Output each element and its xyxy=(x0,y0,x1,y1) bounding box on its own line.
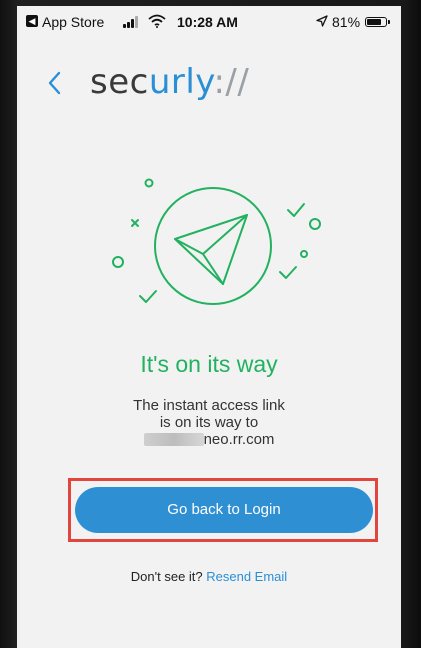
phone-frame: ◀ App Store 10:28 AM 81% securly:// It's… xyxy=(0,0,421,648)
instruction-text: The instant access link is on its way to… xyxy=(17,397,401,448)
logo-urly: urly xyxy=(148,62,214,102)
back-chevron-icon[interactable] xyxy=(45,70,65,96)
battery-tip xyxy=(388,20,390,24)
email-domain: neo.rr.com xyxy=(203,431,275,448)
battery-percentage: 81% xyxy=(332,14,361,30)
wifi-icon xyxy=(148,14,166,28)
logo-slash: :// xyxy=(213,62,250,102)
back-to-app-label[interactable]: App Store xyxy=(42,14,104,30)
headline: It's on its way xyxy=(140,351,278,377)
back-to-app-icon[interactable]: ◀ xyxy=(26,15,38,27)
redacted-email-part xyxy=(143,433,204,446)
location-arrow-icon xyxy=(316,15,328,27)
cellular-signal-icon xyxy=(123,16,143,28)
instruction-line-1: The instant access link xyxy=(133,397,285,414)
battery-level-fill xyxy=(367,19,381,25)
battery-icon xyxy=(365,17,387,27)
securly-logo: securly:// xyxy=(90,62,249,102)
email-address: neo.rr.com xyxy=(17,431,401,448)
instruction-line-2: is on its way to xyxy=(159,414,259,431)
paper-plane-illustration xyxy=(112,178,321,305)
phone-screen: ◀ App Store 10:28 AM 81% securly:// It's… xyxy=(17,6,401,648)
go-back-to-login-button[interactable]: Go back to Login xyxy=(75,487,373,533)
status-time: 10:28 AM xyxy=(177,14,238,30)
status-bar: ◀ App Store 10:28 AM 81% xyxy=(17,6,401,36)
resend-footer: Don't see it? Resend Email xyxy=(17,569,401,584)
footer-prompt: Don't see it? xyxy=(130,569,203,584)
resend-email-link[interactable]: Resend Email xyxy=(206,569,287,584)
logo-sec: sec xyxy=(90,62,149,102)
